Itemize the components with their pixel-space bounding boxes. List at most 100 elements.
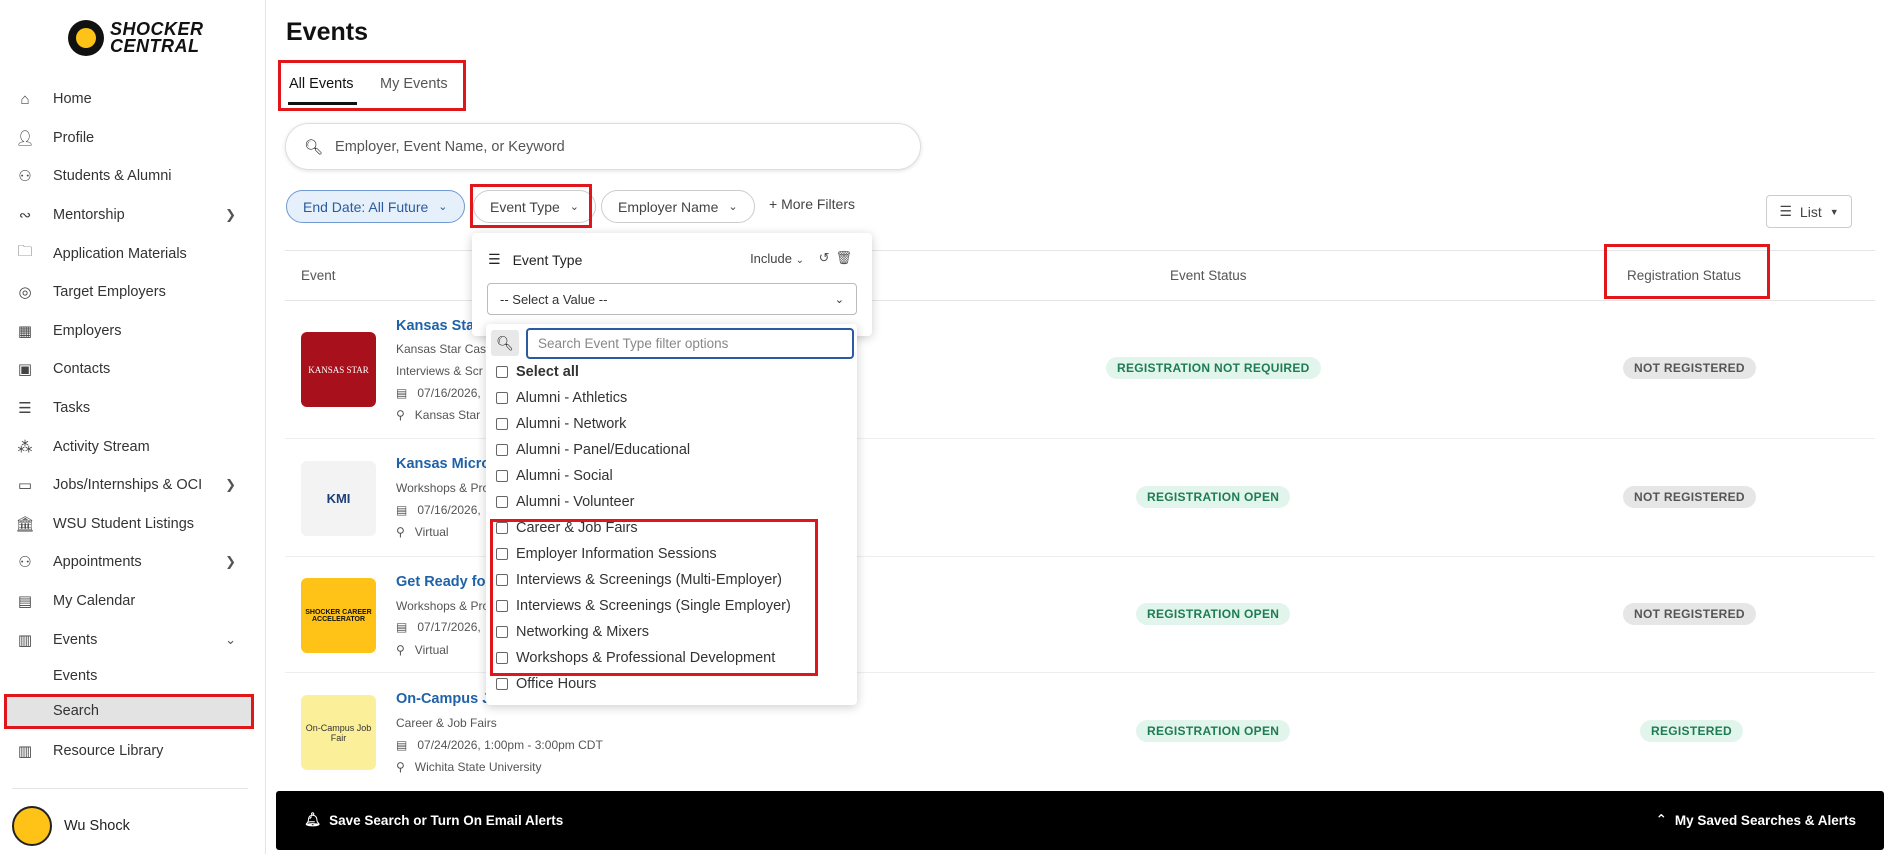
option-item[interactable]: Alumni - Volunteer	[496, 494, 634, 510]
event-employer: Kansas Star Casi	[396, 342, 489, 356]
view-toggle[interactable]: ☰ List ▼	[1766, 195, 1852, 228]
value-select[interactable]: -- Select a Value -- ⌄	[487, 283, 857, 315]
university-icon: 🏛︎	[15, 515, 35, 533]
event-title[interactable]: Kansas Micro	[396, 456, 490, 472]
event-type-highlight	[470, 184, 592, 228]
col-event-status[interactable]: Event Status	[1170, 268, 1247, 283]
chevron-down-icon: ⌄	[834, 293, 844, 306]
trash-icon[interactable]: 🗑︎	[835, 250, 852, 266]
event-title[interactable]: On-Campus J	[396, 691, 490, 707]
books-icon: ▥	[17, 743, 33, 761]
page-title: Events	[286, 18, 368, 46]
option-item[interactable]: Alumni - Panel/Educational	[496, 442, 690, 458]
tab-my-events[interactable]: My Events	[380, 76, 448, 92]
alert-bar: 🔔︎ Save Search or Turn On Email Alerts ⌃ M…	[276, 791, 1884, 850]
checkbox[interactable]	[496, 496, 508, 508]
pin-icon: ⚲	[396, 760, 405, 774]
event-thumbnail: On-Campus Job Fair	[301, 695, 376, 770]
status-badge: REGISTRATION OPEN	[1136, 603, 1291, 625]
event-type: Interviews & Scr	[396, 364, 483, 378]
chevron-down-icon: ⌄	[728, 201, 738, 213]
save-search-button[interactable]: 🔔︎ Save Search or Turn On Email Alerts	[304, 812, 563, 828]
calendar-star-icon: ▥	[17, 631, 33, 649]
end-date-filter[interactable]: End Date: All Future ⌄	[286, 190, 465, 223]
user-menu[interactable]: Wu Shock	[12, 806, 130, 846]
chevron-down-icon: ⌄	[438, 201, 448, 213]
nav-application-materials[interactable]: 🗀 Application Materials	[0, 234, 266, 273]
pin-icon: ⚲	[396, 643, 405, 657]
reset-icon[interactable]: ↺	[819, 250, 830, 266]
nav-tasks[interactable]: ☰ Tasks	[0, 389, 266, 428]
checkbox[interactable]	[496, 444, 508, 456]
nav-employers[interactable]: ▦ Employers	[0, 312, 266, 351]
search-input[interactable]	[335, 138, 896, 155]
handshake-icon: ∾	[18, 207, 32, 225]
nav-activity-stream[interactable]: ⁂ Activity Stream	[0, 427, 266, 466]
checkbox[interactable]	[496, 678, 508, 690]
event-date: ▤ 07/16/2026,	[396, 386, 481, 400]
checkbox[interactable]	[496, 418, 508, 430]
nav-resource-library[interactable]: ▥ Resource Library	[0, 732, 266, 771]
nav-jobs[interactable]: ▭ Jobs/Internships & OCI ❯	[0, 466, 266, 505]
option-item[interactable]: Alumni - Network	[496, 416, 626, 432]
chevron-right-icon: ❯	[225, 554, 236, 570]
home-icon: ⌂	[20, 90, 30, 108]
more-filters-button[interactable]: + More Filters	[769, 196, 855, 212]
nav-events[interactable]: ▥ Events ⌄	[0, 620, 266, 659]
nav-events-events[interactable]: Events	[0, 659, 266, 694]
nav-students-alumni[interactable]: ⚇ Students & Alumni	[0, 157, 266, 196]
event-title[interactable]: Kansas Star	[396, 318, 480, 334]
group-icon: ⚇	[18, 168, 32, 186]
saved-searches-button[interactable]: ⌃ My Saved Searches & Alerts	[1656, 812, 1856, 828]
checkbox[interactable]	[496, 366, 508, 378]
option-item[interactable]: Alumni - Social	[496, 468, 613, 484]
option-select-all[interactable]: Select all	[496, 364, 579, 380]
employer-name-filter[interactable]: Employer Name ⌄	[601, 190, 755, 223]
person-icon: 👤︎	[15, 129, 35, 147]
search-box: 🔍︎	[285, 123, 921, 170]
col-event[interactable]: Event	[301, 268, 336, 283]
event-location: ⚲ Wichita State University	[396, 760, 542, 774]
checkbox[interactable]	[496, 392, 508, 404]
nav-target-employers[interactable]: ◎ Target Employers	[0, 273, 266, 312]
folder-icon: 🗀	[17, 243, 33, 261]
event-location: ⚲ Virtual	[396, 525, 449, 539]
nav-home[interactable]: ⌂ Home	[0, 80, 266, 119]
event-date: ▤ 07/16/2026,	[396, 503, 481, 517]
plus-icon: +	[769, 196, 782, 212]
option-search-input[interactable]	[526, 328, 854, 359]
nav-my-calendar[interactable]: ▤ My Calendar	[0, 582, 266, 621]
event-title[interactable]: Get Ready for	[396, 574, 491, 590]
registration-badge: NOT REGISTERED	[1623, 486, 1756, 508]
checklist-icon: ☰	[18, 400, 32, 418]
option-item[interactable]: Office Hours	[496, 676, 596, 692]
include-select[interactable]: Include ⌄	[750, 251, 804, 266]
nav-appointments[interactable]: ⚇ Appointments ❯	[0, 543, 266, 582]
logo-line2: CENTRAL	[110, 36, 200, 56]
nav-contacts[interactable]: ▣ Contacts	[0, 350, 266, 389]
option-item[interactable]: Alumni - Athletics	[496, 390, 627, 406]
logo[interactable]: SHOCKER CENTRAL	[68, 18, 208, 58]
event-date: ▤ 07/17/2026,	[396, 620, 481, 634]
nav-wsu-student-listings[interactable]: 🏛︎ WSU Student Listings	[0, 505, 266, 544]
event-date: ▤ 07/24/2026, 1:00pm - 3:00pm CDT	[396, 738, 603, 752]
event-thumbnail: KMI	[301, 461, 376, 536]
nav-events-search[interactable]: Search	[4, 693, 254, 729]
event-type: Career & Job Fairs	[396, 716, 497, 730]
nav: ⌂ Home 👤︎ Profile ⚇ Students & Alumni ∾ Ment…	[0, 80, 266, 771]
user-name: Wu Shock	[64, 818, 130, 834]
checkbox[interactable]	[496, 470, 508, 482]
status-badge: REGISTRATION OPEN	[1136, 486, 1291, 508]
list-icon: ☰	[1779, 203, 1792, 219]
event-type: Workshops & Pro	[396, 599, 490, 613]
chevron-down-icon: ⌄	[795, 255, 804, 266]
nav-mentorship[interactable]: ∾ Mentorship ❯	[0, 196, 266, 235]
nav-profile[interactable]: 👤︎ Profile	[0, 119, 266, 158]
calendar-icon: ▤	[396, 503, 408, 517]
sidebar-divider	[12, 788, 248, 789]
options-highlight	[490, 519, 818, 676]
calendar-icon: ▤	[396, 386, 408, 400]
tab-all-events[interactable]: All Events	[289, 76, 353, 92]
chevron-right-icon: ❯	[225, 207, 236, 223]
registration-highlight	[1604, 244, 1770, 299]
